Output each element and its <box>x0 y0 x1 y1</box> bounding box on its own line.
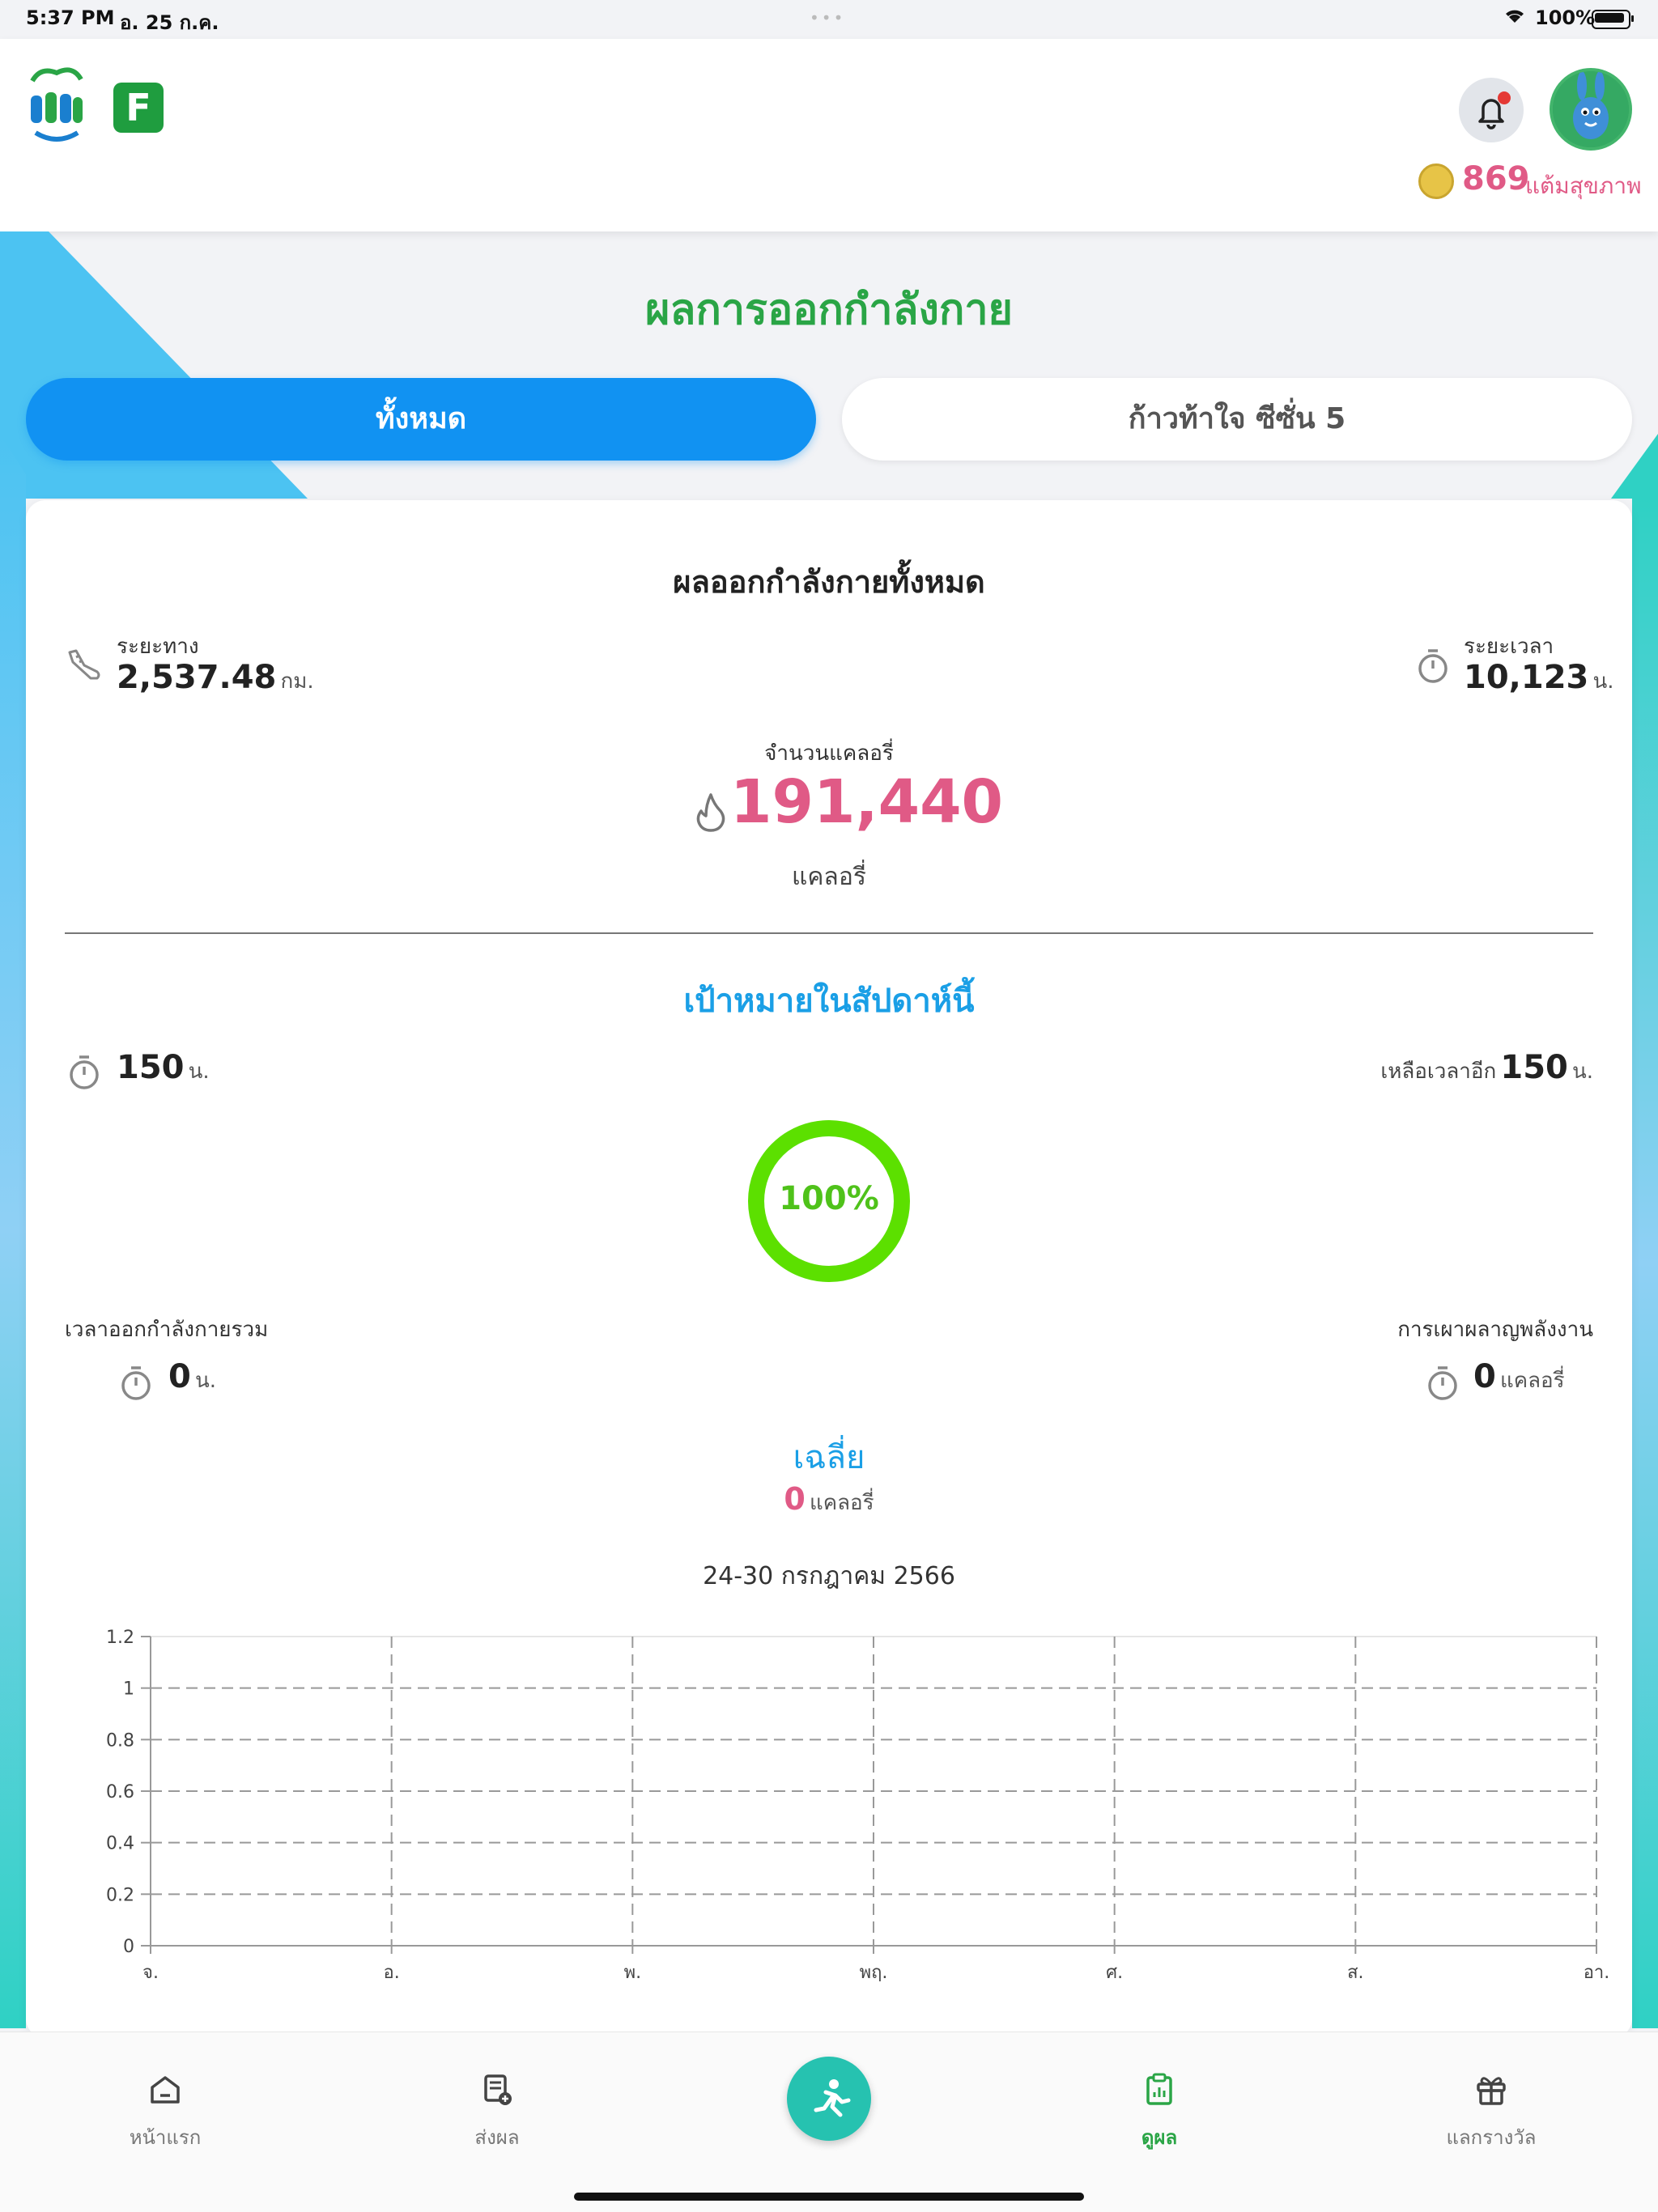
goal-readout: 150 น. <box>117 1049 210 1088</box>
notification-button[interactable] <box>1459 78 1524 142</box>
multitasking-dots-icon[interactable]: ••• <box>810 8 845 28</box>
flame-icon <box>696 793 725 832</box>
wifi-icon <box>1503 5 1527 32</box>
average-readout: 0 แคลอรี่ <box>26 1481 1632 1519</box>
gift-icon <box>1477 2077 1506 2105</box>
chart-y-tick-label: 0.2 <box>106 1885 134 1905</box>
week-date-range: 24-30 กรกฎาคม 2566 <box>703 1562 955 1590</box>
health-points-label: แต้มสุขภาพ <box>1525 172 1642 199</box>
chart-x-tick-label: อ. <box>384 1963 400 1983</box>
avatar[interactable] <box>1550 68 1632 151</box>
nav-results-label: ดูผล <box>1141 2126 1178 2149</box>
weekly-goal-title: เป้าหมายในสัปดาห์นี้ <box>683 983 975 1020</box>
battery-icon <box>1592 10 1634 29</box>
chart-x-tick-label: พฤ. <box>860 1963 888 1983</box>
page-title: ผลการออกกำลังกาย <box>645 286 1013 334</box>
average-unit: แคลอรี่ <box>809 1491 874 1515</box>
distance-unit: กม. <box>280 669 314 694</box>
nav-rewards[interactable]: แลกรางวัล <box>1426 2071 1556 2153</box>
total-time-readout: 0 น. <box>168 1358 216 1397</box>
status-bar: 5:37 PM อ. 25 ก.ค. ••• 100% <box>0 0 1658 39</box>
energy-burn-value: 0 <box>1473 1358 1496 1395</box>
goal-progress-text: 100% <box>779 1180 879 1217</box>
calories-label: จำนวนแคลอรี่ <box>764 741 894 766</box>
stopwatch-icon <box>70 1055 99 1089</box>
nav-home[interactable]: หน้าแรก <box>100 2071 230 2153</box>
energy-burn-label: การเผาผลาญพลังงาน <box>1397 1318 1593 1342</box>
kao-tha-jai-logo[interactable] <box>24 65 89 146</box>
goal-value: 150 <box>117 1049 185 1086</box>
duration-value: 10,123 <box>1464 659 1589 696</box>
chart-y-tick-label: 0 <box>123 1937 134 1957</box>
home-indicator <box>574 2193 1084 2201</box>
average-value: 0 <box>784 1481 806 1517</box>
summary-title: ผลออกกำลังกายทั้งหมด <box>673 564 985 600</box>
submit-result-icon <box>484 2074 512 2105</box>
chart-y-tick-label: 1 <box>123 1679 134 1700</box>
duration-label: ระยะเวลา <box>1464 635 1554 659</box>
coin-icon <box>1418 163 1454 199</box>
remaining-value: 150 <box>1500 1049 1568 1086</box>
status-date: อ. 25 ก.ค. <box>120 11 219 34</box>
chart-x-tick-label: ส. <box>1347 1963 1363 1983</box>
bell-icon <box>1478 99 1504 129</box>
stopwatch-icon <box>1428 1366 1457 1400</box>
distance-label: ระยะทาง <box>117 635 199 659</box>
nav-submit-label: ส่งผล <box>474 2126 520 2149</box>
energy-burn-unit: แคลอรี่ <box>1499 1369 1565 1393</box>
total-time-unit: น. <box>194 1369 216 1393</box>
running-icon <box>814 2079 851 2117</box>
chart-y-tick-label: 0.6 <box>106 1782 134 1802</box>
calories-value: 191,440 <box>730 767 1004 837</box>
average-label: เฉลี่ย <box>793 1439 865 1476</box>
app-header: F 869 แต้มสุขภาพ <box>0 39 1658 231</box>
health-points-value: 869 <box>1462 160 1530 197</box>
home-icon <box>151 2076 180 2104</box>
shoe-icon <box>68 649 100 680</box>
remaining-readout: เหลือเวลาอีก 150 น. <box>1380 1049 1593 1088</box>
notification-badge <box>1498 91 1511 104</box>
duration-unit: น. <box>1592 669 1614 694</box>
start-exercise-button[interactable] <box>787 2057 871 2141</box>
status-time: 5:37 PM <box>26 6 115 29</box>
remaining-unit: น. <box>1571 1059 1593 1084</box>
energy-burn-readout: 0 แคลอรี่ <box>1473 1358 1565 1397</box>
distance-readout: 2,537.48 กม. <box>117 659 314 698</box>
goal-unit: น. <box>188 1059 210 1084</box>
stopwatch-icon <box>121 1366 151 1400</box>
results-card: ผลออกกำลังกายทั้งหมด ระยะทาง 2,537.48 กม… <box>26 500 1632 2038</box>
calories-unit: แคลอรี่ <box>792 863 866 891</box>
fitness-app-logo[interactable]: F <box>113 83 164 133</box>
nav-results[interactable]: ดูผล <box>1095 2071 1224 2153</box>
chart-x-tick-label: ศ. <box>1106 1963 1123 1983</box>
clipboard-chart-icon <box>1146 2073 1172 2105</box>
chart-x-tick-label: อา. <box>1584 1963 1610 1983</box>
divider <box>65 932 1593 934</box>
battery-percent: 100% <box>1535 6 1596 29</box>
weekly-calorie-chart: 0 0.2 0.4 0.6 0.8 1 1.2 จ. อ. พ. พฤ. ศ. ส. อา. <box>106 1628 1610 1983</box>
nav-submit[interactable]: ส่งผล <box>432 2071 562 2153</box>
total-time-value: 0 <box>168 1358 191 1395</box>
total-time-label: เวลาออกกำลังกายรวม <box>65 1318 269 1342</box>
distance-value: 2,537.48 <box>117 659 277 696</box>
nav-rewards-label: แลกรางวัล <box>1446 2126 1537 2149</box>
chart-y-tick-label: 0.8 <box>106 1730 134 1751</box>
nav-home-label: หน้าแรก <box>129 2126 202 2149</box>
stopwatch-icon <box>1418 649 1448 683</box>
chart-y-tick-label: 1.2 <box>106 1628 134 1648</box>
duration-readout: 10,123 น. <box>1464 659 1614 698</box>
tab-season-5[interactable]: ก้าวท้าใจ ซีซั่น 5 <box>842 378 1632 461</box>
bottom-nav: หน้าแรก ส่งผล ดูผล แลกรางวัล <box>0 2032 1658 2212</box>
remaining-label: เหลือเวลาอีก <box>1380 1059 1497 1084</box>
tab-all[interactable]: ทั้งหมด <box>26 378 816 461</box>
chart-x-tick-label: จ. <box>142 1963 159 1983</box>
chart-y-tick-label: 0.4 <box>106 1834 134 1854</box>
chart-x-tick-label: พ. <box>624 1963 642 1983</box>
